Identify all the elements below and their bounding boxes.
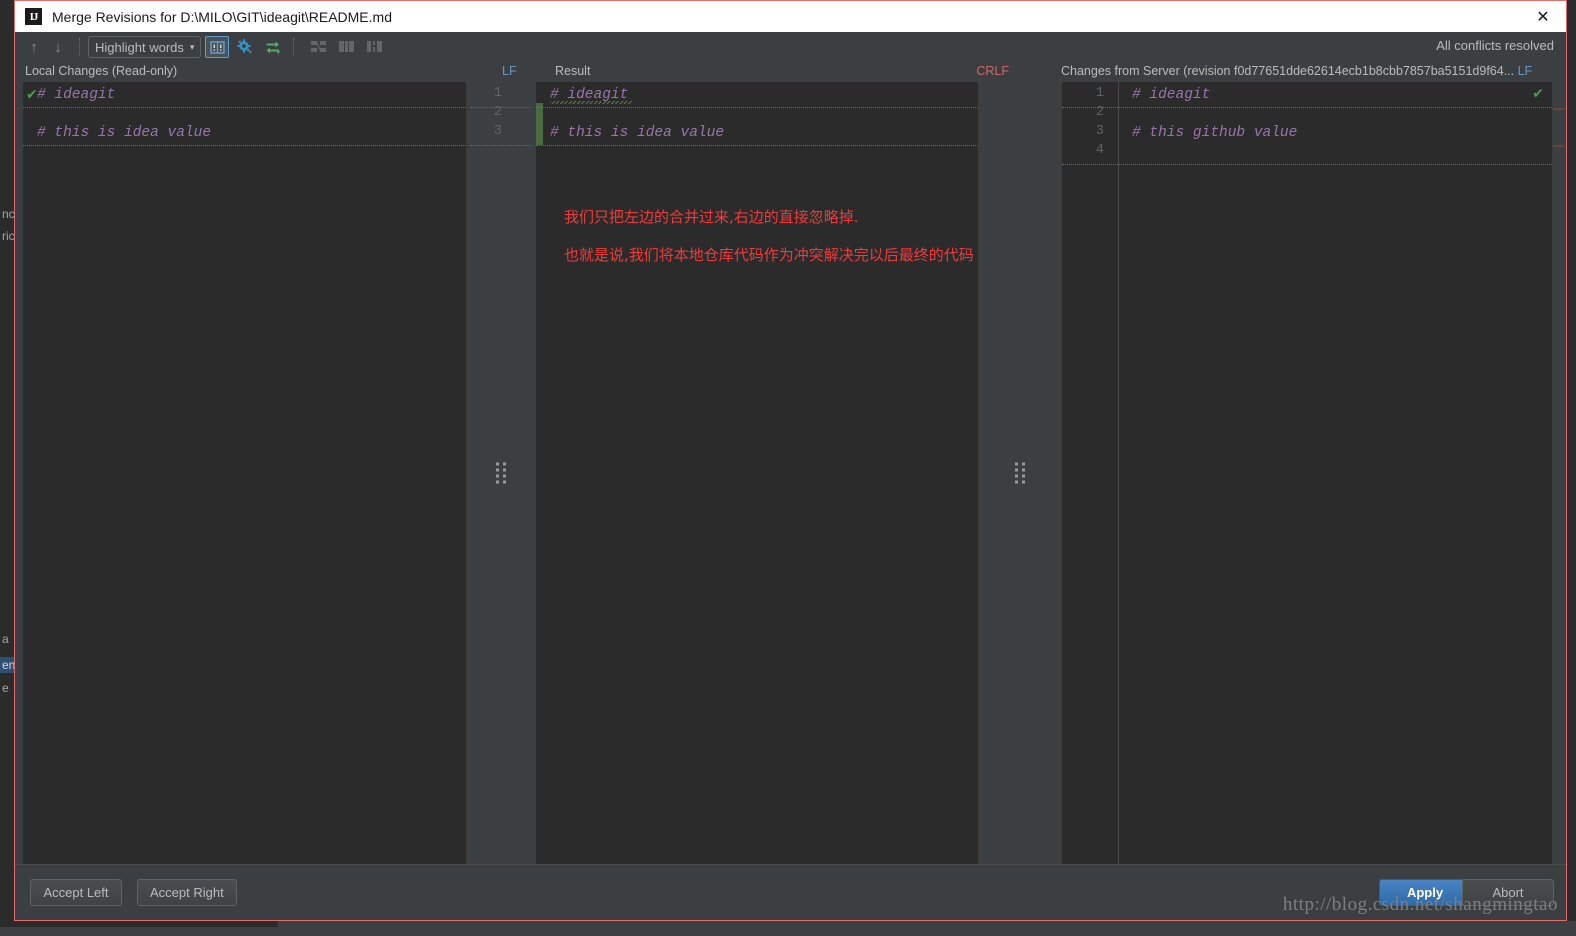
- left-splitter[interactable]: 1 2 3 1 2 3: [466, 82, 550, 864]
- annotation-line-1: 我们只把左边的合并过来,右边的直接忽略掉.: [564, 208, 859, 226]
- splitter-handle-icon[interactable]: [1015, 462, 1025, 484]
- gutter-change-underline: [470, 145, 532, 146]
- right-pane-title: Changes from Server (revision f0d77651dd…: [1061, 64, 1532, 78]
- result-code-line: [536, 104, 978, 123]
- title-bar: IJ Merge Revisions for D:\MILO\GIT\ideag…: [15, 1, 1566, 32]
- result-code-line: # this is idea value: [536, 123, 978, 142]
- left-pane-title: Local Changes (Read-only): [25, 64, 178, 78]
- desktop-taskbar-piece: [0, 921, 278, 927]
- collapse-unchanged-icon[interactable]: [306, 36, 330, 58]
- line-number: 1: [493, 86, 502, 101]
- conflict-status-text: All conflicts resolved: [1436, 38, 1554, 53]
- diff-panes: ✔ # ideagit # this is idea value 1 2 3 1…: [15, 82, 1566, 864]
- background-text-fragment: a: [2, 632, 9, 646]
- result-code-text: # this is idea value: [550, 124, 725, 141]
- right-editor[interactable]: 1 2 3 4 # ideagit # this github value ✔: [1062, 82, 1566, 864]
- right-marker-strip[interactable]: [1552, 82, 1566, 864]
- toolbar-separator: [79, 38, 80, 56]
- toolbar-separator: [293, 38, 295, 56]
- gear-icon[interactable]: [233, 36, 257, 58]
- right-line-separator[interactable]: LF: [1518, 64, 1533, 78]
- desktop-bottom-strip: [0, 921, 1576, 936]
- line-number: 4: [1095, 143, 1104, 158]
- left-code-line: # this is idea value: [23, 123, 466, 142]
- side-by-side-icon[interactable]: [334, 36, 358, 58]
- line-number: 3: [1095, 124, 1104, 139]
- right-splitter[interactable]: [978, 82, 1062, 864]
- right-code-text: # ideagit: [1132, 86, 1211, 103]
- right-code-text: # this github value: [1132, 124, 1298, 141]
- gutter-change-underline: [470, 107, 532, 108]
- merge-revisions-dialog: IJ Merge Revisions for D:\MILO\GIT\ideag…: [14, 0, 1567, 921]
- sync-scroll-icon[interactable]: [261, 36, 285, 58]
- accept-right-button[interactable]: Accept Right: [137, 879, 237, 906]
- right-code-line: [1118, 142, 1566, 161]
- accept-left-button[interactable]: Accept Left: [30, 879, 122, 906]
- background-text-fragment: e: [2, 681, 9, 695]
- right-code-line: [1118, 104, 1566, 123]
- result-change-underline: [536, 145, 978, 146]
- result-line-separator[interactable]: CRLF: [976, 64, 1009, 78]
- diff-toolbar: ↑ ↓ Highlight words ▾ All conflicts reso…: [15, 32, 1566, 62]
- left-code-line: [23, 104, 466, 123]
- result-editor[interactable]: # ideagit # this is idea value 我们只把左边的合并…: [536, 82, 978, 864]
- left-code-line: # ideagit: [23, 85, 466, 104]
- intellij-logo-icon: IJ: [25, 8, 42, 25]
- background-right-sliver: [1567, 0, 1576, 921]
- next-difference-icon[interactable]: ↓: [47, 36, 69, 58]
- right-code-line: # this github value: [1118, 123, 1566, 142]
- whitespace-toggle-icon[interactable]: [205, 36, 230, 58]
- pane-headers: Local Changes (Read-only) LF Result CRLF…: [15, 62, 1566, 82]
- left-code-text: # this is idea value: [37, 124, 212, 141]
- left-line-separator[interactable]: LF: [502, 64, 517, 78]
- accept-right-change-icon[interactable]: ✔: [1532, 86, 1544, 102]
- close-icon[interactable]: ✕: [1520, 1, 1566, 32]
- highlight-mode-label: Highlight words: [95, 39, 184, 55]
- previous-difference-icon[interactable]: ↑: [23, 36, 45, 58]
- left-editor[interactable]: ✔ # ideagit # this is idea value: [23, 82, 466, 864]
- watermark-text: http://blog.csdn.net/shangmingtao: [1282, 894, 1558, 915]
- right-change-underline: [1062, 164, 1566, 165]
- splitter-handle-icon[interactable]: [496, 462, 506, 484]
- window-title: Merge Revisions for D:\MILO\GIT\ideagit\…: [52, 8, 392, 25]
- right-code-line: # ideagit: [1118, 85, 1566, 104]
- line-number: 3: [493, 124, 502, 139]
- right-gutter-numbers: 1 2 3 4: [1062, 82, 1118, 864]
- chevron-down-icon: ▾: [189, 41, 195, 52]
- dialog-button-bar: Accept Left Accept Right Apply Abort htt…: [15, 864, 1566, 920]
- change-marker-tick: [1553, 145, 1564, 147]
- change-marker-tick: [1553, 108, 1564, 110]
- screen: nc ric a en e IJ Merge Revisions for D:\…: [0, 0, 1576, 936]
- left-change-underline: [23, 145, 466, 146]
- annotation-line-2: 也就是说,我们将本地仓库代码作为冲突解决完以后最终的代码: [564, 246, 974, 264]
- left-code-text: # ideagit: [37, 86, 116, 103]
- right-gutter-divider: [1118, 82, 1119, 864]
- result-pane-title: Result: [555, 64, 591, 78]
- line-number: 1: [1095, 86, 1104, 101]
- right-pane-title-text: Changes from Server (revision f0d77651dd…: [1061, 64, 1515, 78]
- highlight-mode-select[interactable]: Highlight words ▾: [88, 36, 202, 58]
- unified-view-icon[interactable]: [362, 36, 386, 58]
